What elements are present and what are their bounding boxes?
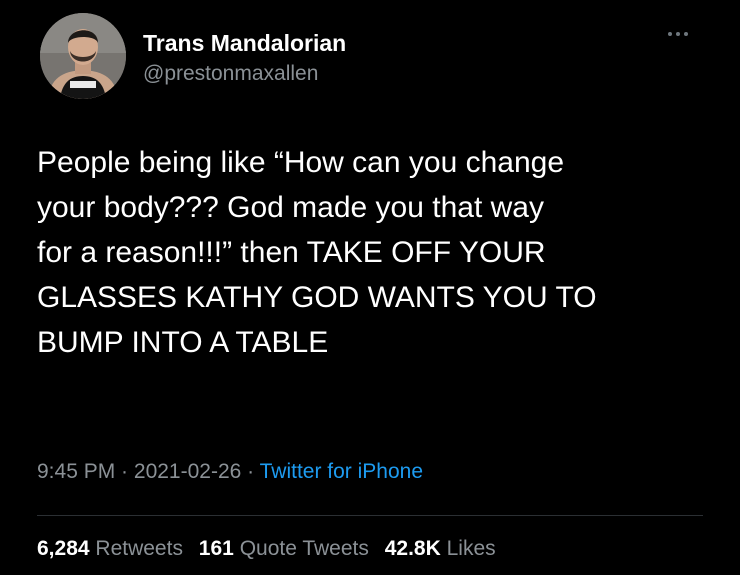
likes-count: 42.8K: [384, 537, 441, 560]
tweet-date[interactable]: 2021-02-26: [134, 460, 241, 483]
tweet-text: People being like “How can you change yo…: [37, 140, 727, 365]
quote-tweets-count: 161: [198, 537, 234, 560]
avatar-photo: [40, 13, 126, 99]
tweet-card: Trans Mandalorian @prestonmaxallen Peopl…: [0, 0, 740, 575]
retweets-count: 6,284: [37, 537, 90, 560]
divider: [37, 515, 703, 516]
tweet-text-line: your body??? God made you that way: [37, 191, 544, 224]
avatar[interactable]: [40, 13, 126, 99]
meta-separator: ·: [241, 460, 260, 483]
quote-tweets-label: Quote Tweets: [239, 537, 369, 560]
more-options-icon[interactable]: [668, 28, 702, 40]
tweet-source-link[interactable]: Twitter for iPhone: [260, 460, 423, 483]
dot: [668, 32, 672, 36]
user-handle[interactable]: @prestonmaxallen: [143, 62, 318, 86]
display-name[interactable]: Trans Mandalorian: [143, 30, 346, 57]
engagement-stats: 6,284 Retweets 161 Quote Tweets 42.8K Li…: [37, 537, 506, 561]
likes-stat[interactable]: 42.8K Likes: [385, 537, 496, 560]
quote-tweets-stat[interactable]: 161 Quote Tweets: [199, 537, 369, 560]
retweets-stat[interactable]: 6,284 Retweets: [37, 537, 183, 560]
retweets-label: Retweets: [95, 537, 183, 560]
likes-label: Likes: [446, 537, 496, 560]
tweet-text-line: People being like “How can you change: [37, 146, 565, 179]
tweet-text-line: BUMP INTO A TABLE: [37, 326, 329, 359]
tweet-time[interactable]: 9:45 PM: [37, 460, 115, 483]
tweet-text-line: GLASSES KATHY GOD WANTS YOU TO: [37, 281, 597, 314]
tweet-metadata: 9:45 PM · 2021-02-26 · Twitter for iPhon…: [37, 460, 423, 484]
tweet-text-line: for a reason!!!” then TAKE OFF YOUR: [37, 236, 546, 269]
meta-separator: ·: [115, 460, 134, 483]
dot: [684, 32, 688, 36]
dot: [676, 32, 680, 36]
